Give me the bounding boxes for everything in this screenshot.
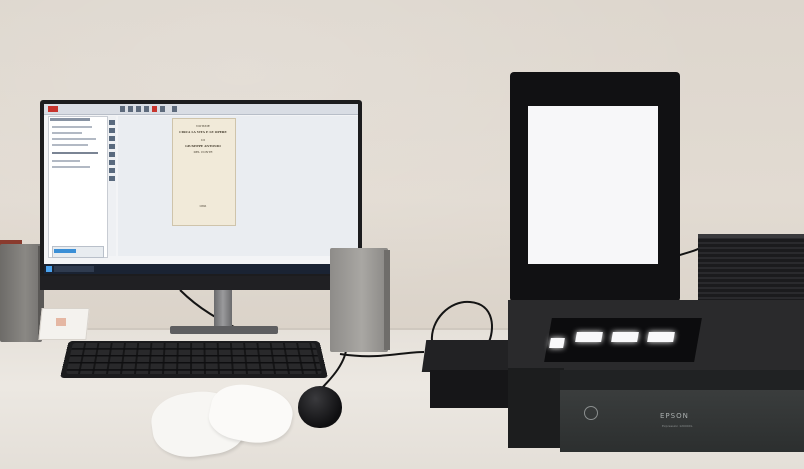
page-line-5: DEL CONTE [193, 150, 213, 154]
app-toolbar [44, 104, 358, 115]
taskbar-search [54, 266, 94, 272]
scanned-page [172, 118, 236, 226]
thumbnail-selected [54, 249, 76, 253]
tool-icon [109, 128, 115, 133]
app-logo [48, 106, 58, 112]
drive-cable [430, 300, 493, 345]
document-view [118, 116, 358, 256]
toolbar-icon [160, 106, 165, 112]
panel-row [52, 160, 80, 162]
page-line-1: NOTIZIE [196, 124, 210, 128]
start-icon [46, 266, 52, 272]
scanner-front-top [560, 370, 804, 392]
monitor-chin [40, 276, 362, 290]
monitor-screen: NOTIZIE CIRCA LA VITA E LE OPERE DI GIUS… [44, 104, 358, 274]
panel-row [52, 144, 88, 146]
film-slot-light [647, 332, 675, 342]
photo-scene: NOTIZIE CIRCA LA VITA E LE OPERE DI GIUS… [0, 0, 804, 469]
toolbar-icon [152, 106, 157, 112]
scanner-model: Expression 12000XL [662, 424, 693, 428]
panel-histogram [52, 152, 98, 154]
external-drive-top [421, 340, 513, 372]
panel-row [52, 166, 90, 168]
tool-icon [109, 152, 115, 157]
keyboard-rows [66, 343, 322, 374]
monitor-stand-base [170, 326, 278, 334]
toolbar-icon [128, 106, 133, 112]
tool-icon [109, 160, 115, 165]
page-line-6: 1891 [199, 204, 207, 208]
toolbar-icon [120, 106, 125, 112]
tool-icon [109, 176, 115, 181]
drive-link-cable [339, 351, 425, 358]
toolbar-icon [136, 106, 141, 112]
panel-title [50, 118, 90, 121]
right-speaker [330, 248, 388, 352]
film-slot-light [611, 332, 639, 342]
film-slot-light [575, 332, 603, 342]
page-line-4: GIUSEPPE ANTONIO [185, 144, 221, 148]
film-slot-light [549, 338, 565, 348]
tool-icon [109, 144, 115, 149]
scanner-front-panel [560, 390, 804, 452]
tool-icon [109, 120, 115, 125]
external-drive [430, 370, 512, 408]
page-line-3: DI [201, 138, 205, 142]
computer-mouse [298, 386, 342, 428]
scanner-side [508, 368, 564, 448]
panel-row [52, 132, 82, 134]
right-speaker-side [384, 250, 390, 350]
panel-row [52, 138, 96, 140]
power-button-icon [584, 406, 598, 420]
tool-icon [109, 168, 115, 173]
panel-row [52, 126, 92, 128]
tool-icon [109, 136, 115, 141]
scanner-lid-white-pad [528, 106, 658, 264]
scanner-brand: EPSON [660, 412, 689, 420]
toolbar-icon [172, 106, 177, 112]
toolbar-icon [144, 106, 149, 112]
page-line-2: CIRCA LA VITA E LE OPERE [179, 130, 227, 134]
